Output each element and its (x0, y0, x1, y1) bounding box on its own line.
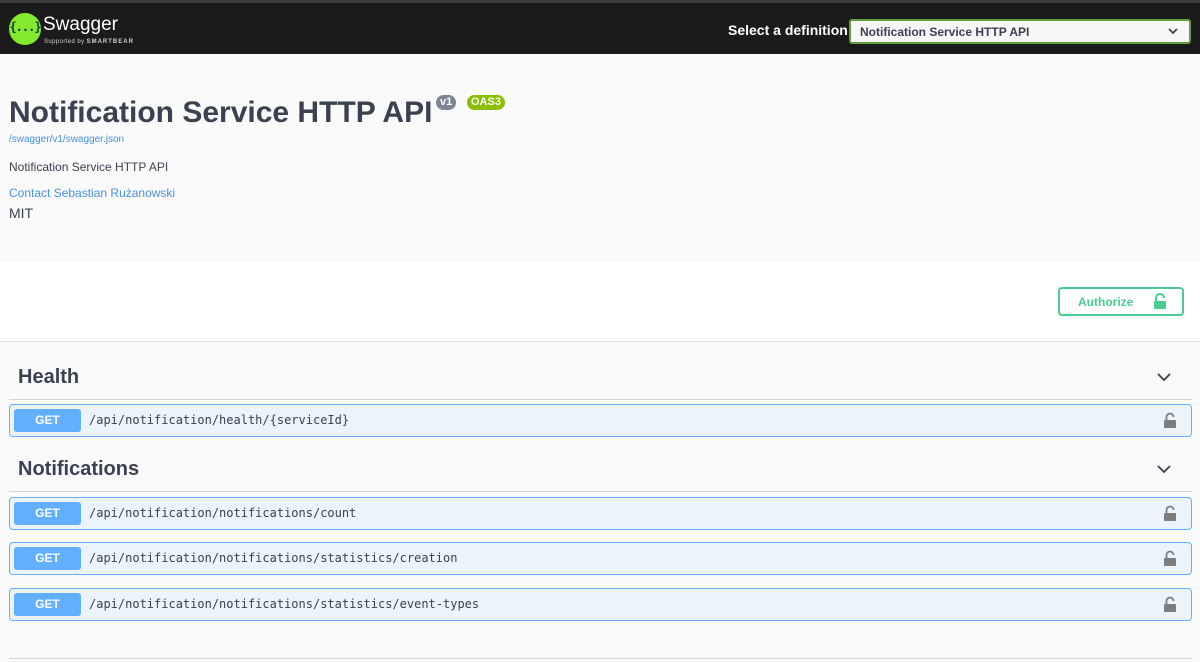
lock-icon[interactable] (1163, 412, 1177, 429)
lock-icon[interactable] (1163, 596, 1177, 613)
opblock-get-health[interactable]: GET /api/notification/health/{serviceId} (9, 404, 1192, 437)
logo-glyph: {...} (9, 20, 41, 34)
definition-label: Select a definition (728, 22, 848, 38)
license-text: MIT (9, 205, 34, 221)
lock-icon[interactable] (1163, 505, 1177, 522)
method-badge: GET (14, 409, 81, 432)
definition-select-value: Notification Service HTTP API (860, 25, 1030, 39)
operation-path: /api/notification/notifications/statisti… (89, 597, 480, 611)
authorize-button[interactable]: Authorize (1058, 287, 1184, 316)
brand-subtitle: Supported by SMARTBEAR (44, 39, 134, 45)
topbar: {...} Swagger Supported by SMARTBEAR Sel… (0, 0, 1200, 54)
lock-icon[interactable] (1163, 550, 1177, 567)
chevron-down-icon (1168, 28, 1178, 35)
operation-path: /api/notification/notifications/count (89, 506, 357, 520)
operation-path: /api/notification/notifications/statisti… (89, 551, 458, 565)
brand-sub-prefix: Supported by (44, 39, 85, 45)
contact-link[interactable]: Contact Sebastian Rużanowski (9, 186, 175, 200)
definition-select[interactable]: Notification Service HTTP API (849, 19, 1191, 44)
operation-path: /api/notification/health/{serviceId} (89, 413, 350, 427)
swagger-logo-icon[interactable]: {...} (9, 13, 42, 45)
info-section: Notification Service HTTP API v1 OAS3 /s… (0, 54, 1200, 262)
opblock-get-notifications-count[interactable]: GET /api/notification/notifications/coun… (9, 497, 1192, 530)
opblock-get-statistics-creation[interactable]: GET /api/notification/notifications/stat… (9, 542, 1192, 575)
page-title: Notification Service HTTP API (9, 96, 433, 129)
chevron-down-icon[interactable] (1156, 369, 1172, 385)
authorize-label: Authorize (1078, 295, 1134, 309)
brand-sub-name: SMARTBEAR (86, 39, 134, 45)
brand-name[interactable]: Swagger (43, 14, 118, 36)
oas-badge: OAS3 (467, 95, 505, 110)
unlock-icon (1154, 293, 1166, 309)
tag-header-health[interactable]: Health (9, 342, 1192, 400)
method-badge: GET (14, 593, 81, 616)
spec-url-link[interactable]: /swagger/v1/swagger.json (9, 134, 124, 145)
scheme-container: Authorize (0, 262, 1200, 342)
method-badge: GET (14, 502, 81, 525)
method-badge: GET (14, 547, 81, 570)
operations-section: Health GET /api/notification/health/{ser… (0, 342, 1200, 662)
tag-name: Health (18, 366, 80, 388)
tag-header-notifications[interactable]: Notifications (9, 434, 1192, 492)
api-description: Notification Service HTTP API (9, 160, 169, 174)
section-divider (9, 658, 1192, 662)
opblock-get-statistics-event-types[interactable]: GET /api/notification/notifications/stat… (9, 588, 1192, 621)
tag-name: Notifications (18, 458, 140, 480)
version-badge: v1 (436, 95, 457, 110)
chevron-down-icon[interactable] (1156, 461, 1172, 477)
